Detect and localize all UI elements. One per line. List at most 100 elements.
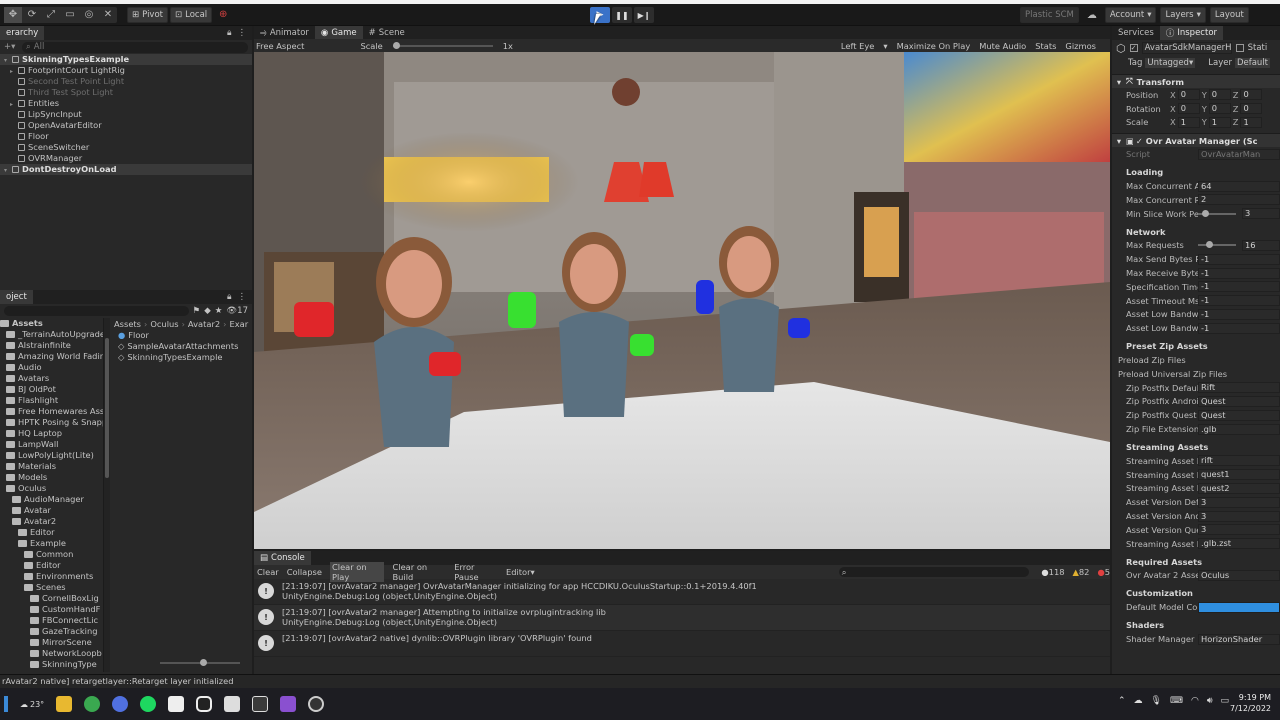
- console-collapse-toggle[interactable]: Collapse: [287, 567, 322, 577]
- hierarchy-item[interactable]: SceneSwitcher: [0, 142, 252, 153]
- object-name-field[interactable]: AvatarSdkManagerH: [1141, 42, 1232, 54]
- lock-icon[interactable]: 🔒︎: [227, 292, 232, 302]
- transform-y-field[interactable]: 0: [1208, 89, 1231, 101]
- field-value[interactable]: 2: [1198, 194, 1280, 206]
- field-value[interactable]: .glb: [1198, 423, 1280, 435]
- hierarchy-item[interactable]: Floor: [0, 131, 252, 142]
- expand-arrow-icon[interactable]: ▸: [10, 66, 18, 76]
- project-folder-item[interactable]: FBConnectLic: [0, 615, 103, 626]
- field-slider[interactable]: [1198, 209, 1236, 217]
- menu-icon[interactable]: ⋮: [238, 28, 247, 38]
- project-folder-item[interactable]: MirrorScene: [0, 637, 103, 648]
- field-value[interactable]: -1: [1198, 253, 1280, 265]
- project-folder-item[interactable]: Avatar: [0, 505, 103, 516]
- rect-tool-icon[interactable]: ▭: [61, 7, 79, 23]
- aspect-dropdown[interactable]: Free Aspect: [256, 41, 304, 51]
- scale-slider[interactable]: [392, 41, 493, 49]
- console-log-entry[interactable]: ! [21:19:07] [ovrAvatar2 native] dynlib::…: [254, 631, 1110, 657]
- project-folder-item[interactable]: Materials: [0, 461, 103, 472]
- transform-z-field[interactable]: 0: [1240, 89, 1263, 101]
- microphone-icon[interactable]: 🎙︎: [1151, 696, 1162, 706]
- plastic-scm-button[interactable]: Plastic SCM: [1020, 7, 1079, 23]
- expand-arrow-icon[interactable]: ▾: [4, 165, 12, 175]
- spotify-icon[interactable]: [140, 696, 157, 712]
- project-folder-item[interactable]: Scenes: [0, 582, 103, 593]
- field-value[interactable]: 3: [1198, 496, 1280, 508]
- custom-tool-icon[interactable]: ✕: [99, 7, 117, 23]
- project-folder-item[interactable]: Environments: [0, 571, 103, 582]
- project-file-item[interactable]: ◇ SkinningTypesExample: [110, 352, 252, 363]
- hierarchy-item[interactable]: Second Test Point Light: [0, 76, 252, 87]
- obs-icon[interactable]: [308, 696, 325, 712]
- field-value[interactable]: 3: [1198, 524, 1280, 536]
- project-folder-item[interactable]: CustomHandF: [0, 604, 103, 615]
- transform-x-field[interactable]: 1: [1177, 116, 1200, 128]
- tab-game[interactable]: ◉ Game: [314, 26, 363, 40]
- transform-y-field[interactable]: 1: [1208, 116, 1231, 128]
- transform-y-field[interactable]: 0: [1208, 103, 1231, 115]
- transform-tool-icon[interactable]: ◎: [80, 7, 98, 23]
- account-dropdown[interactable]: Account ▾: [1104, 7, 1157, 23]
- project-folder-item[interactable]: GazeTracking: [0, 626, 103, 637]
- field-value[interactable]: -1: [1198, 281, 1280, 293]
- field-label[interactable]: Preload Zip Files: [1112, 355, 1262, 365]
- tab-services[interactable]: Services: [1112, 26, 1160, 40]
- local-toggle[interactable]: ⊡ Local: [170, 6, 213, 23]
- tag-icon[interactable]: ◆: [204, 306, 211, 316]
- chrome-dev-icon[interactable]: [112, 696, 129, 712]
- slider-knob[interactable]: [1201, 209, 1209, 217]
- hierarchy-item[interactable]: OpenAvatarEditor: [0, 120, 252, 131]
- visual-studio-icon[interactable]: [280, 696, 297, 712]
- hierarchy-item[interactable]: ▾ DontDestroyOnLoad: [0, 164, 252, 175]
- project-folder-item[interactable]: Audio: [0, 362, 103, 373]
- pause-button[interactable]: ❚❚: [612, 7, 632, 23]
- project-folder-item[interactable]: Example: [0, 538, 103, 549]
- oculus-icon[interactable]: [196, 696, 213, 712]
- project-folder-item[interactable]: Assets: [0, 318, 103, 329]
- zoom-slider[interactable]: [160, 659, 240, 666]
- hierarchy-item[interactable]: ▸ Entities: [0, 98, 252, 109]
- step-button[interactable]: ▶❙: [634, 7, 654, 23]
- field-label[interactable]: Preload Universal Zip Files: [1112, 369, 1262, 379]
- unity-hub-icon[interactable]: [224, 696, 241, 712]
- layout-dropdown[interactable]: Layout: [1209, 7, 1249, 23]
- hierarchy-item[interactable]: LipSyncInput: [0, 109, 252, 120]
- scale-tool-icon[interactable]: ⤢: [42, 7, 60, 23]
- chrome-icon[interactable]: [84, 696, 101, 712]
- field-value[interactable]: Quest: [1198, 395, 1280, 407]
- console-clear-on-play-toggle[interactable]: Clear on Play: [329, 562, 385, 582]
- field-slider[interactable]: [1198, 241, 1236, 249]
- volume-icon[interactable]: 🔊︎: [1207, 696, 1213, 706]
- script-field[interactable]: OvrAvatarMan: [1198, 148, 1280, 160]
- clock[interactable]: 9:19 PM 7/12/2022: [1230, 692, 1271, 714]
- tab-console[interactable]: ▤ Console: [254, 551, 311, 565]
- project-folder-item[interactable]: Avatar2: [0, 516, 103, 527]
- project-folder-item[interactable]: Models: [0, 472, 103, 483]
- project-folder-item[interactable]: SkinningType: [0, 659, 103, 670]
- expand-arrow-icon[interactable]: ▸: [10, 99, 18, 109]
- field-value[interactable]: 3: [1242, 208, 1280, 220]
- field-value[interactable]: rift: [1198, 455, 1280, 467]
- project-folder-item[interactable]: _TerrainAutoUpgrade: [0, 329, 103, 340]
- rotate-tool-icon[interactable]: ⟳: [23, 7, 41, 23]
- field-value[interactable]: -1: [1198, 322, 1280, 334]
- hierarchy-item[interactable]: ▸ FootprintCourt LightRig: [0, 65, 252, 76]
- warn-count[interactable]: ▲82: [1073, 567, 1090, 577]
- gizmos-dropdown[interactable]: Gizmos: [1065, 41, 1096, 51]
- hierarchy-item[interactable]: Third Test Spot Light: [0, 87, 252, 98]
- tab-project[interactable]: oject: [0, 290, 33, 304]
- tab-hierarchy[interactable]: erarchy: [0, 26, 45, 40]
- expand-arrow-icon[interactable]: ▾: [4, 55, 12, 65]
- hierarchy-item[interactable]: OVRManager: [0, 153, 252, 164]
- field-value[interactable]: -1: [1198, 308, 1280, 320]
- wifi-icon[interactable]: ◠: [1191, 696, 1199, 706]
- keyboard-icon[interactable]: ⌨: [1170, 696, 1183, 706]
- project-folder-item[interactable]: LowPolyLight(Lite): [0, 450, 103, 461]
- console-error-pause-toggle[interactable]: Error Pause: [454, 562, 498, 582]
- breadcrumb-item[interactable]: Oculus: [150, 319, 178, 329]
- project-folder-item[interactable]: AIstrainfinite: [0, 340, 103, 351]
- transform-x-field[interactable]: 0: [1177, 103, 1200, 115]
- hand-tool-icon[interactable]: ✥: [4, 6, 22, 23]
- project-folder-item[interactable]: Avatars: [0, 373, 103, 384]
- transform-x-field[interactable]: 0: [1177, 89, 1200, 101]
